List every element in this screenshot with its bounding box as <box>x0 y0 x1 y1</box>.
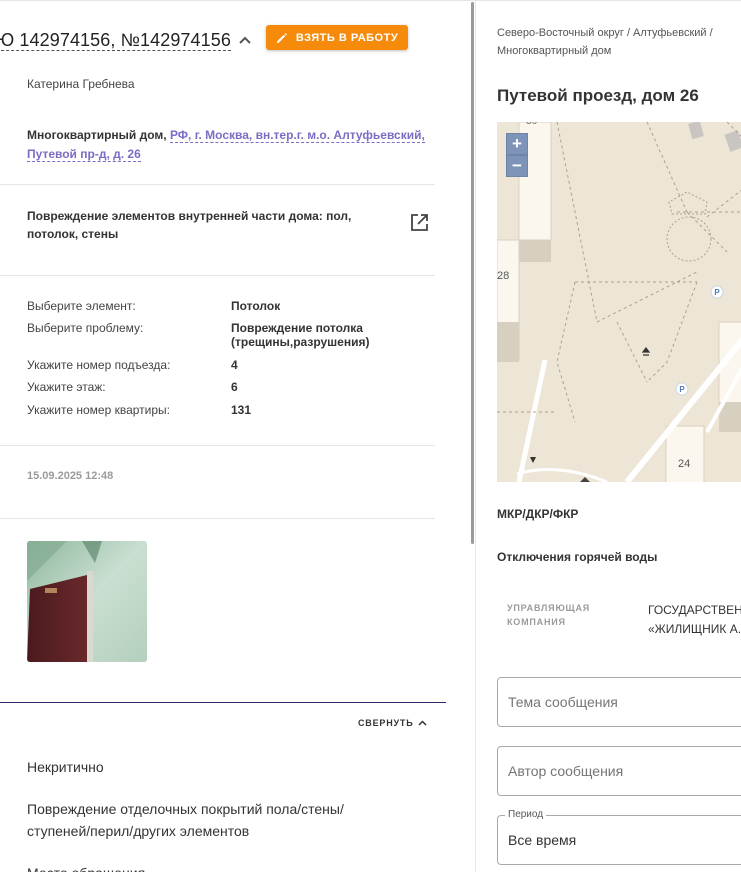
collapse-label: СВЕРНУТЬ <box>358 718 414 728</box>
svg-text:P: P <box>679 385 685 394</box>
detail-key: Укажите номер подъезда: <box>27 358 171 372</box>
house-map[interactable]: P P 36 28 24 + − <box>497 122 741 482</box>
topic-field[interactable] <box>497 677 741 727</box>
request-panel: Ю 142974156, №142974156 ВЗЯТЬ В РАБОТУ К… <box>0 0 474 872</box>
house-panel: Северо-Восточный округ / Алтуфьевский / … <box>476 0 741 872</box>
mkr-label: МКР/ДКР/ФКР <box>497 507 579 521</box>
period-select[interactable]: Период Все время <box>497 809 741 865</box>
divider <box>0 275 435 276</box>
author-field[interactable] <box>497 746 741 796</box>
period-value: Все время <box>508 832 577 848</box>
map-house-label-left: 28 <box>497 270 510 282</box>
zoom-in-button[interactable]: + <box>506 133 528 155</box>
svg-text:P: P <box>714 288 720 297</box>
section-divider <box>0 702 446 703</box>
detail-key: Выберите элемент: <box>27 299 136 313</box>
management-company-value: ГОСУДАРСТВЕННОЕ «ЖИЛИЩНИК А... <box>648 601 741 639</box>
detail-key: Выберите проблему: <box>27 321 144 335</box>
divider <box>0 445 435 446</box>
map-house-label-top: 36 <box>526 122 537 127</box>
attachment-photo[interactable] <box>27 541 147 662</box>
severity-text: Некритично <box>27 759 104 775</box>
take-to-work-button[interactable]: ВЗЯТЬ В РАБОТУ <box>266 25 408 50</box>
request-author: Катерина Гребнева <box>27 77 135 91</box>
house-title: Путевой проезд, дом 26 <box>497 86 699 105</box>
breadcrumb: Северо-Восточный округ / Алтуфьевский / … <box>497 27 713 57</box>
detail-value: 4 <box>231 358 238 372</box>
chevron-up-icon[interactable] <box>239 28 251 49</box>
collapse-button[interactable]: СВЕРНУТЬ <box>358 718 428 728</box>
chevron-up-icon <box>418 720 428 726</box>
pencil-icon <box>276 32 287 43</box>
management-value-line2: «ЖИЛИЩНИК А... <box>648 622 741 636</box>
detail-value: 6 <box>231 380 238 394</box>
zoom-out-button[interactable]: − <box>506 155 528 177</box>
map-canvas: P P <box>497 122 741 482</box>
management-value-line1: ГОСУДАРСТВЕННОЕ <box>648 603 741 617</box>
address-prefix: Многоквартирный дом, <box>27 128 170 142</box>
address-link-line2: Путевой пр-д, д. 26 <box>27 147 141 161</box>
topic-input[interactable] <box>508 678 738 726</box>
request-address: Многоквартирный дом, РФ, г. Москва, вн.т… <box>27 126 427 164</box>
next-section-partial: Место обращения <box>27 862 145 872</box>
detail-key: Укажите этаж: <box>27 380 106 394</box>
management-company-label: УПРАВЛЯЮЩАЯ КОМПАНИЯ <box>507 603 591 627</box>
request-title[interactable]: Ю 142974156, №142974156 <box>0 28 251 51</box>
open-external-icon[interactable] <box>409 213 429 233</box>
divider <box>0 184 435 185</box>
description-line1: Повреждение отделочных покрытий пола/сте… <box>27 801 344 817</box>
address-link-line1: РФ, г. Москва, вн.тер.г. м.о. Алтуфьевск… <box>169 128 425 142</box>
scrollbar[interactable] <box>471 2 474 544</box>
description-text: Повреждение отделочных покрытий пола/сте… <box>27 798 427 842</box>
detail-value: 131 <box>231 403 252 417</box>
author-input[interactable] <box>508 747 738 795</box>
hot-water-label: Отключения горячей воды <box>497 550 658 564</box>
divider <box>0 518 435 519</box>
request-number: Ю 142974156, №142974156 <box>0 30 231 51</box>
detail-value: Потолок <box>231 299 281 313</box>
description-line2: ступеней/перил/других элементов <box>27 823 250 839</box>
problem-category: Повреждение элементов внутренней части д… <box>27 209 352 241</box>
detail-value: Повреждение потолка (трещины,разрушения) <box>231 321 370 349</box>
request-date: 15.09.2025 12:48 <box>27 470 114 482</box>
map-house-label-bottom: 24 <box>678 458 691 470</box>
take-to-work-label: ВЗЯТЬ В РАБОТУ <box>295 31 399 44</box>
detail-key: Укажите номер квартиры: <box>27 403 171 417</box>
